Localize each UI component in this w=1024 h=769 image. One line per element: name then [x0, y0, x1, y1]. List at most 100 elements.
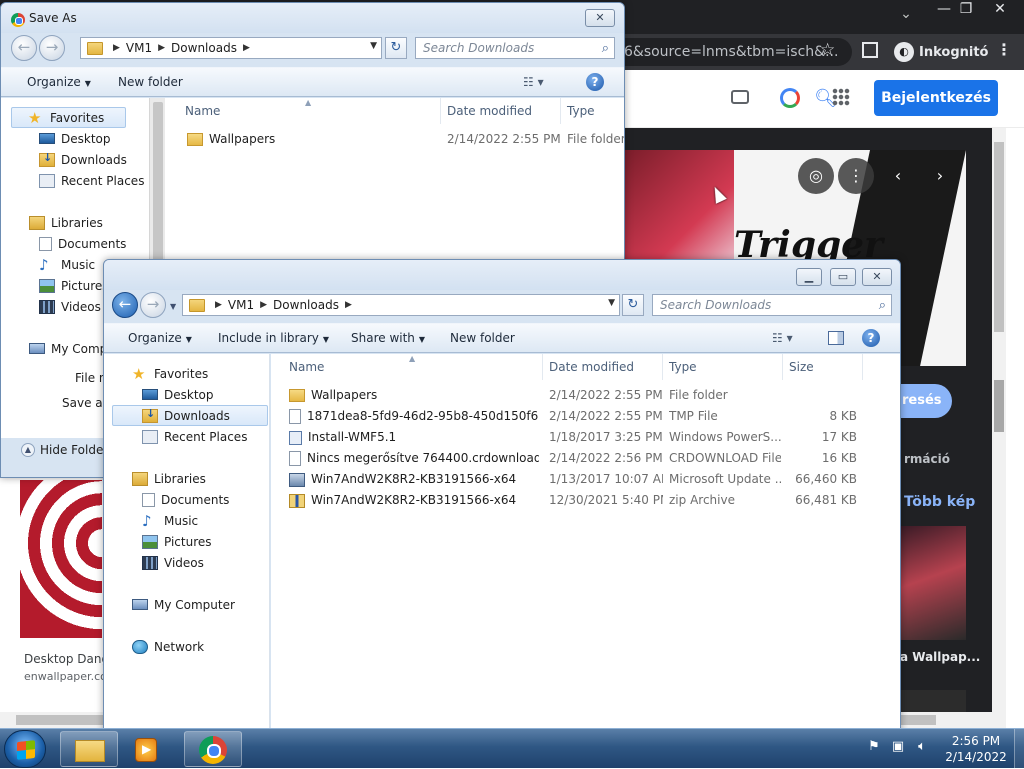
browser-restore-button[interactable]: ❐ — [950, 0, 982, 20]
tab-search-chevron-icon[interactable]: ⌄ — [896, 6, 916, 26]
nav-music[interactable]: ♪ Music — [39, 254, 95, 275]
more-images-link[interactable]: Több kép — [904, 494, 975, 510]
history-dropdown-icon[interactable]: ▼ — [370, 41, 377, 51]
taskbar-media-player-button[interactable] — [122, 731, 180, 767]
page-scrollbar[interactable] — [992, 128, 1006, 728]
file-row[interactable]: Install-WMF5.1 1/18/2017 3:25 PM Windows… — [271, 427, 871, 448]
file-row[interactable]: Wallpapers 2/14/2022 2:55 PM File folder — [271, 385, 871, 406]
nav-libraries[interactable]: Libraries — [29, 212, 103, 233]
file-row[interactable]: 1871dea8-5fd9-46d2-95b8-450d150f60bb... … — [271, 406, 871, 427]
share-with-menu[interactable]: Share with ▼ — [351, 331, 425, 345]
nav-videos[interactable]: Videos — [39, 296, 101, 317]
refresh-button[interactable]: ↻ — [622, 294, 644, 316]
back-button[interactable]: ← — [112, 292, 138, 318]
breadcrumb-downloads[interactable]: Downloads — [273, 298, 339, 312]
nav-videos[interactable]: Videos — [142, 552, 204, 573]
visit-pill-button[interactable]: resés — [896, 384, 952, 418]
nav-pictures[interactable]: Pictures — [142, 531, 212, 552]
maximize-button[interactable]: ▭ — [830, 268, 856, 286]
side-panel-icon[interactable] — [862, 42, 878, 58]
nav-recent-places[interactable]: Recent Places — [142, 426, 247, 447]
hide-folders-button[interactable]: ▲ Hide Folder — [21, 443, 108, 457]
view-options-icon[interactable]: ☷ ▾ — [772, 331, 793, 345]
breadcrumb-bar[interactable]: ▶ VM1 ▶ Downloads ▶ ▼ — [80, 37, 382, 59]
forward-button[interactable]: → — [140, 292, 166, 318]
nav-music[interactable]: ♪ Music — [142, 510, 198, 531]
column-header-date[interactable]: Date modified — [543, 354, 663, 380]
nav-desktop[interactable]: Desktop — [142, 384, 214, 405]
breadcrumb-vm1[interactable]: VM1 — [126, 41, 152, 55]
lens-icon[interactable] — [780, 88, 800, 108]
lens-search-button[interactable]: ◎ — [798, 158, 834, 194]
taskbar-chrome-button[interactable] — [184, 731, 242, 767]
column-header-size[interactable]: Size — [783, 354, 863, 380]
new-folder-button[interactable]: New folder — [450, 331, 515, 345]
organize-menu[interactable]: Organize ▼ — [128, 331, 192, 345]
camera-icon[interactable] — [731, 90, 749, 104]
nav-pane-scrollbar[interactable] — [149, 98, 166, 274]
result-caption-title[interactable]: Desktop Dang — [24, 652, 109, 666]
search-input[interactable]: Search Downloads ⌕ — [415, 37, 615, 59]
include-in-library-menu[interactable]: Include in library ▼ — [218, 331, 329, 345]
related-image-thumbnail[interactable] — [900, 526, 966, 640]
view-options-icon[interactable]: ☷ ▾ — [523, 75, 544, 89]
google-apps-icon[interactable] — [832, 88, 850, 106]
previous-image-button[interactable]: ‹ — [880, 158, 916, 194]
nav-documents[interactable]: Documents — [39, 233, 126, 254]
show-desktop-button[interactable] — [1014, 729, 1024, 769]
column-header-date[interactable]: Date modified — [441, 98, 561, 124]
column-header-type[interactable]: Type — [561, 98, 624, 124]
save-as-titlebar[interactable]: Save As ✕ — [1, 3, 624, 33]
help-icon[interactable]: ? — [586, 73, 604, 91]
nav-network[interactable]: Network — [132, 636, 204, 657]
result-image-thumbnail[interactable] — [20, 480, 102, 638]
nav-pictures[interactable]: Pictures — [39, 275, 109, 296]
help-icon[interactable]: ? — [862, 329, 880, 347]
address-bar[interactable]: 6&source=lnms&tbm=isch&... — [612, 38, 852, 66]
incognito-badge[interactable]: ◐ Inkognitó — [890, 41, 994, 63]
minimize-button[interactable]: ▁ — [796, 268, 822, 286]
nav-desktop[interactable]: Desktop — [39, 128, 111, 149]
next-image-button[interactable]: › — [922, 158, 958, 194]
bookmark-star-icon[interactable]: ☆ — [820, 40, 835, 60]
nav-recent-places[interactable]: Recent Places — [39, 170, 144, 191]
nav-downloads[interactable]: Downloads — [39, 149, 127, 170]
network-tray-icon[interactable]: ▣ — [890, 739, 906, 754]
nav-my-computer[interactable]: My Comp — [29, 338, 107, 359]
breadcrumb-downloads[interactable]: Downloads — [171, 41, 237, 55]
volume-icon[interactable]: 🔈︎ — [914, 739, 930, 754]
file-row[interactable]: Nincs megerősítve 764400.crdownload 2/14… — [271, 448, 871, 469]
start-button[interactable] — [4, 730, 46, 768]
nav-favorites[interactable]: ★ Favorites — [11, 107, 126, 128]
close-button[interactable]: ✕ — [862, 268, 892, 286]
search-input[interactable]: Search Downloads ⌕ — [652, 294, 892, 316]
forward-button[interactable]: → — [39, 35, 65, 61]
recent-pages-dropdown-icon[interactable]: ▼ — [170, 302, 180, 312]
explorer-titlebar[interactable]: ▁ ▭ ✕ — [104, 260, 900, 290]
taskbar-explorer-button[interactable] — [60, 731, 118, 767]
action-center-icon[interactable]: ⚑ — [866, 739, 882, 754]
back-button[interactable]: ← — [11, 35, 37, 61]
browser-menu-icon[interactable]: ⋮ — [996, 40, 1012, 59]
refresh-button[interactable]: ↻ — [385, 37, 407, 59]
breadcrumb-bar[interactable]: ▶ VM1 ▶ Downloads ▶ ▼ — [182, 294, 620, 316]
breadcrumb-vm1[interactable]: VM1 — [228, 298, 254, 312]
new-folder-button[interactable]: New folder — [118, 75, 183, 89]
file-row[interactable]: Win7AndW2K8R2-KB3191566-x64 12/30/2021 5… — [271, 490, 871, 511]
preview-pane-icon[interactable] — [828, 331, 844, 345]
column-header-type[interactable]: Type — [663, 354, 783, 380]
nav-libraries[interactable]: Libraries — [132, 468, 206, 489]
nav-favorites[interactable]: ★ Favorites — [132, 363, 208, 384]
login-button[interactable]: Bejelentkezés — [874, 80, 998, 116]
more-options-button[interactable]: ⋮ — [838, 158, 874, 194]
browser-close-button[interactable]: ✕ — [984, 0, 1016, 20]
history-dropdown-icon[interactable]: ▼ — [608, 298, 615, 308]
file-row[interactable]: Wallpapers 2/14/2022 2:55 PM File folder — [165, 129, 624, 150]
organize-menu[interactable]: Organize ▼ — [27, 75, 91, 89]
clock[interactable]: 2:56 PM 2/14/2022 — [940, 733, 1012, 765]
nav-documents[interactable]: Documents — [142, 489, 229, 510]
file-row[interactable]: Win7AndW2K8R2-KB3191566-x64 1/13/2017 10… — [271, 469, 871, 490]
nav-downloads[interactable]: Downloads — [112, 405, 268, 426]
nav-my-computer[interactable]: My Computer — [132, 594, 235, 615]
related-image-caption[interactable]: a Wallpap... — [900, 650, 980, 664]
